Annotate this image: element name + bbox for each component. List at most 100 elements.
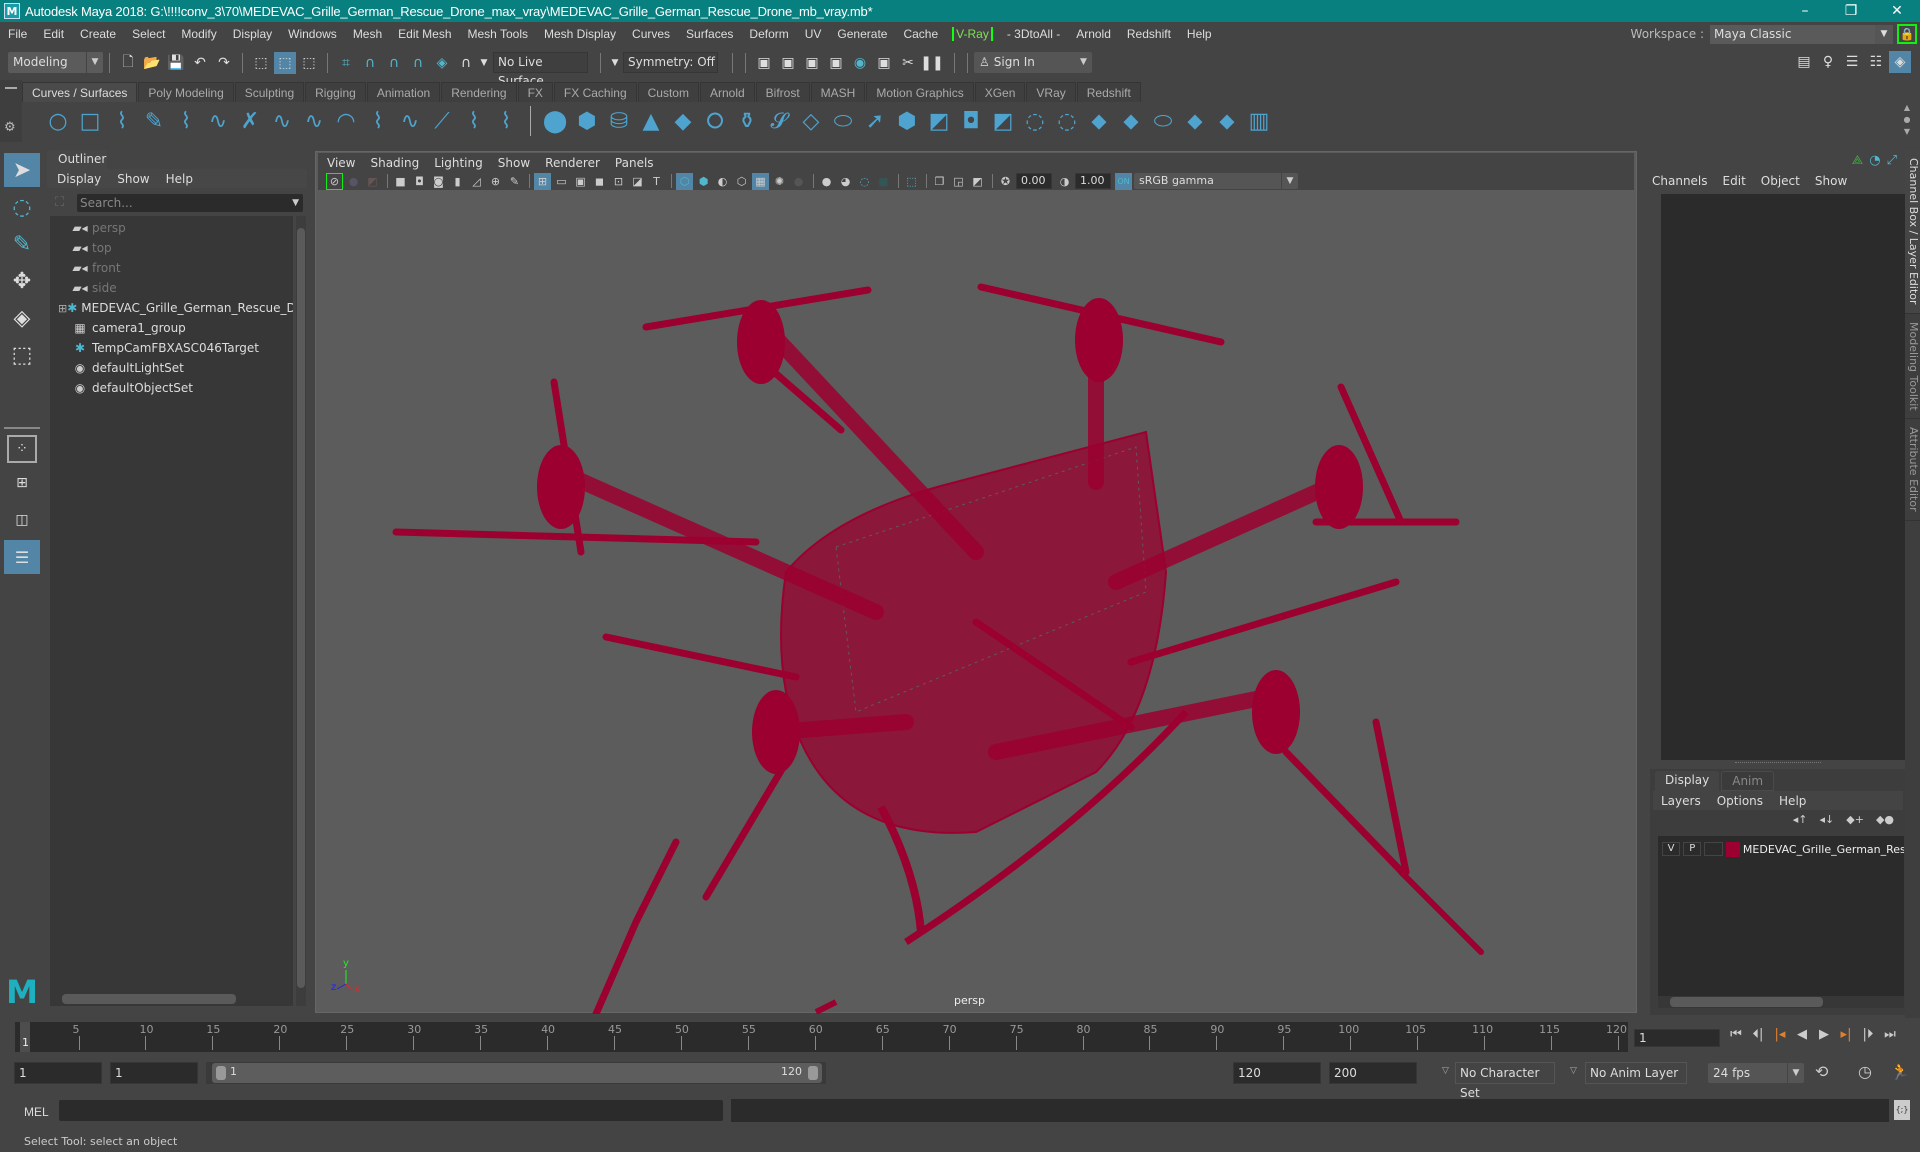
time-slider[interactable]: 1 5 10 15 20 25 30 35 40 45 50 55 60 65 70 75 80 85 90 95 10… bbox=[15, 1022, 1628, 1052]
xray-joints-icon[interactable]: ❐ bbox=[931, 173, 948, 190]
revolve-icon[interactable]: ⚱ bbox=[731, 106, 763, 136]
new-layer-selected-icon[interactable]: ◆● bbox=[1876, 813, 1894, 826]
menu-windows[interactable]: Windows bbox=[280, 27, 345, 41]
layer-menu-layers[interactable]: Layers bbox=[1661, 794, 1709, 808]
outliner-vertical-scrollbar[interactable] bbox=[296, 216, 306, 1006]
2d-pan-zoom-icon[interactable]: ⊕ bbox=[487, 173, 504, 190]
mel-command-input[interactable] bbox=[59, 1100, 723, 1121]
menu-edit-mesh[interactable]: Edit Mesh bbox=[390, 27, 459, 41]
layer-menu-options[interactable]: Options bbox=[1717, 794, 1771, 808]
grease-pencil-icon[interactable]: ✎ bbox=[506, 173, 523, 190]
auto-key-icon[interactable]: ◷ bbox=[1858, 1062, 1872, 1081]
outliner-horizontal-scrollbar[interactable] bbox=[52, 993, 287, 1005]
loop-icon[interactable]: ⟲ bbox=[1815, 1062, 1828, 1081]
resolution-gate-icon[interactable]: ▣ bbox=[572, 173, 589, 190]
chevron-down-icon[interactable]: ▼ bbox=[479, 52, 489, 74]
bookmarks-icon[interactable]: ■ bbox=[392, 173, 409, 190]
birail-icon[interactable]: ➚ bbox=[859, 106, 891, 136]
move-tool-icon[interactable]: ✥ bbox=[4, 264, 40, 298]
outliner-menu-display[interactable]: Display bbox=[47, 172, 101, 186]
attribute-editor-icon[interactable]: ☰ bbox=[1841, 51, 1863, 73]
planar-icon[interactable]: ◇ bbox=[795, 106, 827, 136]
filter-icon[interactable]: ⛶ bbox=[55, 195, 64, 210]
viewport-menu-panels[interactable]: Panels bbox=[615, 156, 660, 170]
nurbs-sphere-icon[interactable]: ⬤ bbox=[539, 106, 571, 136]
channel-box-menu-channels[interactable]: Channels bbox=[1652, 174, 1716, 188]
camera-lock-icon[interactable]: ◘ bbox=[411, 173, 428, 190]
shelf-tab-arnold[interactable]: Arnold bbox=[699, 82, 755, 102]
shadows-icon[interactable]: ● bbox=[790, 173, 807, 190]
playback-end-field[interactable]: 120 bbox=[1233, 1062, 1321, 1084]
scale-tool-icon[interactable]: ⬚ bbox=[4, 338, 40, 372]
current-frame-field[interactable]: 1 bbox=[1634, 1029, 1720, 1047]
channel-box-menu-edit[interactable]: Edit bbox=[1723, 174, 1754, 188]
outliner-item[interactable]: ⊞ ✱ MEDEVAC_Grille_German_Rescue_Drc bbox=[50, 298, 293, 318]
extrude-icon[interactable]: ⬭ bbox=[827, 106, 859, 136]
nurbs-cone-icon[interactable]: ▲ bbox=[635, 106, 667, 136]
shelf-tab-poly-modeling[interactable]: Poly Modeling bbox=[138, 82, 234, 102]
side-tab-attribute-editor[interactable]: Attribute Editor bbox=[1905, 419, 1920, 521]
camera-attributes-icon[interactable]: ◩ bbox=[364, 173, 381, 190]
select-camera-icon[interactable]: ⊘ bbox=[326, 172, 343, 190]
snap-point-icon[interactable]: ∩ bbox=[383, 52, 405, 74]
single-view-layout-icon[interactable]: ⁘ bbox=[7, 435, 37, 463]
bevel-icon[interactable]: ⬢ bbox=[891, 106, 923, 136]
outliner-item[interactable]: ▦ camera1_group bbox=[50, 318, 293, 338]
move-layer-up-icon[interactable]: ◂↑ bbox=[1793, 813, 1808, 826]
nurbs-circle-icon[interactable]: ○ bbox=[42, 106, 74, 136]
safe-action-icon[interactable]: ◪ bbox=[629, 173, 646, 190]
script-editor-icon[interactable]: {;} bbox=[1894, 1100, 1910, 1120]
four-view-layout-icon[interactable]: ⊞ bbox=[4, 466, 40, 500]
grid-icon[interactable]: ⊞ bbox=[534, 172, 551, 190]
outliner-tab[interactable]: Outliner bbox=[47, 150, 107, 169]
menu-help[interactable]: Help bbox=[1179, 27, 1220, 41]
snap-curve-icon[interactable]: ∩ bbox=[359, 52, 381, 74]
expand-icon[interactable]: ⊞ bbox=[58, 302, 67, 315]
snap-pivot-icon[interactable]: ∩ bbox=[455, 52, 477, 74]
menu-uv[interactable]: UV bbox=[797, 27, 830, 41]
step-forward-frame-icon[interactable]: |⏵ bbox=[1857, 1027, 1879, 1042]
paint-select-tool-icon[interactable]: ✎ bbox=[4, 227, 40, 261]
chevron-down-icon[interactable]: ▼ bbox=[608, 52, 622, 74]
safe-title-icon[interactable]: T bbox=[648, 173, 665, 190]
select-tool-icon[interactable]: ➤ bbox=[4, 153, 40, 187]
outliner-menu-help[interactable]: Help bbox=[156, 172, 193, 186]
outliner-layout-icon[interactable]: ☰ bbox=[4, 540, 40, 574]
symmetry-field[interactable]: Symmetry: Off bbox=[623, 52, 718, 73]
side-tab-channel-box-layer-editor[interactable]: Channel Box / Layer Editor bbox=[1905, 150, 1920, 314]
pause-viewport-icon[interactable]: ❚❚ bbox=[920, 52, 943, 74]
menu-generate[interactable]: Generate bbox=[829, 27, 895, 41]
gate-mask-icon[interactable]: ◼ bbox=[591, 173, 608, 190]
select-component-icon[interactable]: ⬚ bbox=[298, 52, 320, 74]
boundary-icon[interactable]: ◩ bbox=[923, 106, 955, 136]
rotate-tool-icon[interactable]: ◈ bbox=[4, 301, 40, 335]
viewport-persp[interactable]: y x z persp bbox=[315, 151, 1637, 1014]
save-scene-icon[interactable]: 💾 bbox=[165, 52, 187, 74]
anim-layer-dropdown[interactable]: No Anim Layer bbox=[1585, 1062, 1687, 1084]
chevron-down-icon[interactable]: ▽ bbox=[1442, 1066, 1449, 1076]
viewport-menu-show[interactable]: Show bbox=[498, 156, 536, 170]
bezier-tool-icon[interactable]: ⌇ bbox=[458, 106, 490, 136]
modeling-toolkit-icon[interactable]: ▤ bbox=[1793, 51, 1815, 73]
lattice-icon[interactable]: ▥ bbox=[1243, 106, 1275, 136]
extend-curve-icon[interactable]: ◠ bbox=[330, 106, 362, 136]
menu-cache[interactable]: Cache bbox=[895, 27, 946, 41]
fps-dropdown[interactable]: 24 fps ▼ bbox=[1708, 1063, 1804, 1083]
channel-box-icon[interactable]: ◈ bbox=[1889, 51, 1911, 73]
workspace-dropdown[interactable]: Maya Classic ▼ bbox=[1710, 24, 1893, 44]
manipulator-icon[interactable]: ⟁ bbox=[1852, 153, 1864, 168]
shelf-tab-rigging[interactable]: Rigging bbox=[305, 82, 366, 102]
menu-vray[interactable]: V-Ray bbox=[952, 27, 993, 41]
step-forward-key-icon[interactable]: ▸| bbox=[1835, 1027, 1857, 1042]
menu-mesh-tools[interactable]: Mesh Tools bbox=[460, 27, 536, 41]
outliner-item[interactable]: ◉ defaultLightSet bbox=[50, 358, 293, 378]
depth-of-field-icon[interactable]: ■ bbox=[875, 173, 892, 190]
layer-visibility-toggle[interactable]: V bbox=[1662, 842, 1681, 856]
untrim-icon[interactable]: ◌ bbox=[1019, 106, 1051, 136]
human-ik-icon[interactable]: ♀ bbox=[1817, 51, 1839, 73]
image-plane-icon[interactable]: ◿ bbox=[468, 173, 485, 190]
hyper-icon[interactable]: ⤢ bbox=[1887, 153, 1897, 168]
character-set-dropdown[interactable]: No Character Set bbox=[1455, 1062, 1555, 1100]
light-editor-icon[interactable]: ✂ bbox=[897, 52, 919, 74]
ambient-occlusion-icon[interactable]: ● bbox=[818, 173, 835, 190]
